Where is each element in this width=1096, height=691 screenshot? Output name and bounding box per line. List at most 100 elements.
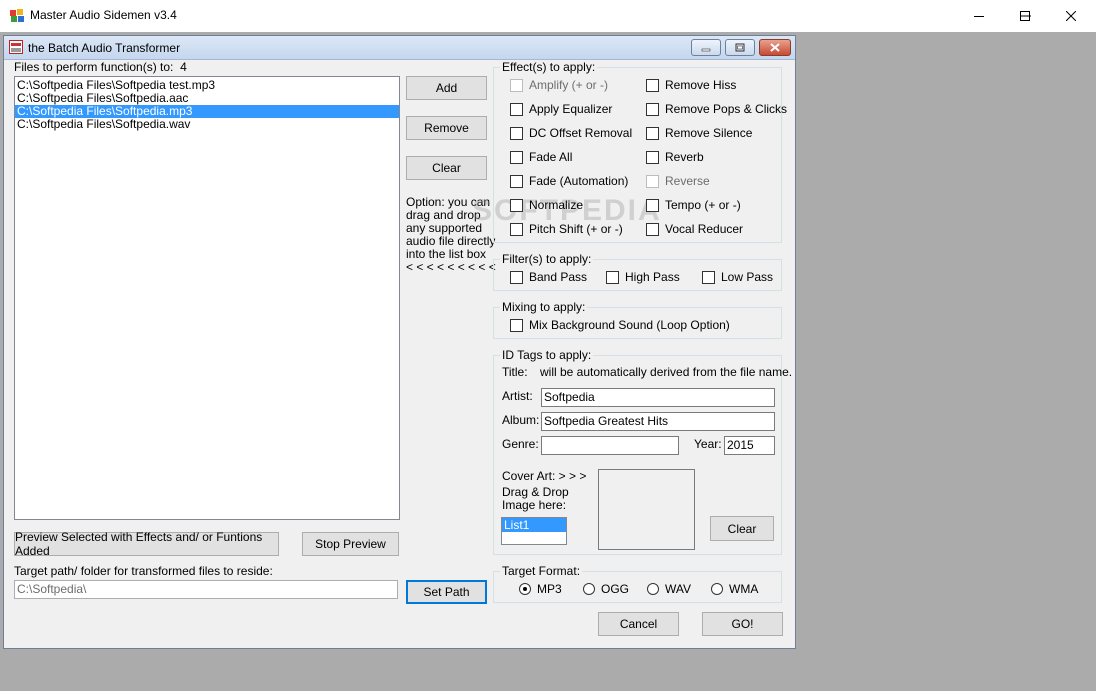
checkbox-box [510,102,523,116]
clear-list-button[interactable]: Clear [406,156,487,180]
effects-group: Effect(s) to apply: Amplify (+ or -) App… [493,60,787,243]
format-wma-radio[interactable]: WMA [711,582,758,596]
album-field[interactable]: Softpedia Greatest Hits [541,412,775,431]
year-field[interactable]: 2015 [724,436,775,455]
checkbox-label: Pitch Shift (+ or -) [529,222,623,236]
app-icon [10,9,24,22]
effect-remove-hiss-checkbox[interactable]: Remove Hiss [646,78,736,92]
add-button[interactable]: Add [406,76,487,100]
checkbox-label: Reverse [665,174,710,188]
radio-label: WMA [729,582,759,596]
mix-background-checkbox[interactable]: Mix Background Sound (Loop Option) [510,318,730,332]
window-maximize-button[interactable] [1002,0,1048,31]
mixing-group: Mixing to apply: Mix Background Sound (L… [493,300,782,339]
effect-vocal-reducer-checkbox[interactable]: Vocal Reducer [646,222,743,236]
id-tags-group-title: ID Tags to apply: [500,348,594,362]
radio-label: WAV [665,582,691,596]
checkbox-box [510,150,523,164]
maximize-icon [1020,10,1030,21]
checkbox-box [510,126,523,140]
checkbox-label: Remove Silence [665,126,753,140]
checkbox-label: Amplify (+ or -) [529,78,609,92]
checkbox-box [646,78,659,92]
effect-reverb-checkbox[interactable]: Reverb [646,150,704,164]
title-note: will be automatically derived from the f… [540,365,793,379]
minimize-icon [974,15,984,17]
effect-pitch-shift-checkbox[interactable]: Pitch Shift (+ or -) [510,222,623,236]
window-close-button[interactable] [1048,0,1094,31]
effect-equalizer-checkbox[interactable]: Apply Equalizer [510,102,612,116]
format-wav-radio[interactable]: WAV [647,582,691,596]
target-path-field[interactable]: C:\Softpedia\ [14,580,398,599]
effect-fade-automation-checkbox[interactable]: Fade (Automation) [510,174,628,188]
effect-tempo-checkbox[interactable]: Tempo (+ or -) [646,198,741,212]
cancel-button[interactable]: Cancel [598,612,679,636]
checkbox-box [702,270,715,284]
set-path-button[interactable]: Set Path [406,580,487,604]
checkbox-box [606,270,619,284]
checkbox-label: DC Offset Removal [529,126,633,140]
checkbox-label: Mix Background Sound (Loop Option) [529,318,730,332]
year-label: Year: [694,437,722,451]
close-icon [1066,10,1076,21]
cover-art-list[interactable]: List1 [501,517,567,545]
format-ogg-radio[interactable]: OGG [583,582,629,596]
format-mp3-radio[interactable]: MP3 [519,582,562,596]
artist-field[interactable]: Softpedia [541,388,775,407]
drag-drop-label: Drag & Drop [502,485,569,499]
checkbox-box [510,78,523,92]
genre-label: Genre: [502,437,539,451]
filter-high-pass-checkbox[interactable]: High Pass [606,270,680,284]
checkbox-label: Fade (Automation) [529,174,629,188]
title-label: Title: [502,365,528,379]
cover-art-drop-area[interactable] [598,469,695,550]
checkbox-label: High Pass [625,270,680,284]
checkbox-label: Remove Hiss [665,78,737,92]
effect-dc-offset-checkbox[interactable]: DC Offset Removal [510,126,632,140]
checkbox-box [646,126,659,140]
files-count: 4 [180,60,187,74]
checkbox-box [510,222,523,236]
checkbox-box [646,102,659,116]
radio-label: MP3 [537,582,562,596]
checkbox-box [510,174,523,188]
effect-reverse-checkbox[interactable]: Reverse [646,174,710,188]
list-item[interactable]: C:\Softpedia Files\Softpedia.wav [15,118,399,131]
filter-low-pass-checkbox[interactable]: Low Pass [702,270,773,284]
inner-restore-button[interactable] [725,39,755,56]
genre-field[interactable] [541,436,679,455]
window-minimize-button[interactable] [956,0,1002,31]
cover-clear-button[interactable]: Clear [710,516,774,541]
go-button[interactable]: GO! [702,612,783,636]
app-title: Master Audio Sidemen v3.4 [30,8,177,22]
effect-remove-silence-checkbox[interactable]: Remove Silence [646,126,752,140]
stop-preview-button[interactable]: Stop Preview [302,532,399,556]
files-listbox[interactable]: C:\Softpedia Files\Softpedia test.mp3 C:… [14,76,400,520]
minimize-icon [701,48,711,51]
checkbox-box [646,174,659,188]
radio-circle [519,583,531,595]
preview-selected-button[interactable]: Preview Selected with Effects and/ or Fu… [14,530,279,558]
radio-circle [647,583,659,595]
effect-remove-pops-checkbox[interactable]: Remove Pops & Clicks [646,102,787,116]
effect-fade-all-checkbox[interactable]: Fade All [510,150,572,164]
effect-amplify-checkbox[interactable]: Amplify (+ or -) [510,78,608,92]
checkbox-box [510,270,523,284]
inner-close-button[interactable] [759,39,791,56]
filter-band-pass-checkbox[interactable]: Band Pass [510,270,587,284]
target-path-label: Target path/ folder for transformed file… [14,564,273,578]
inner-title-bar: the Batch Audio Transformer [4,36,795,60]
remove-button[interactable]: Remove [406,116,487,140]
artist-label: Artist: [502,389,533,403]
app-title-bar: Master Audio Sidemen v3.4 [0,0,1096,32]
inner-minimize-button[interactable] [691,39,721,56]
checkbox-label: Band Pass [529,270,588,284]
list-item-selected[interactable]: List1 [502,518,566,532]
checkbox-label: Tempo (+ or -) [665,198,741,212]
transformer-app-icon [9,40,23,54]
effect-normalize-checkbox[interactable]: Normalize [510,198,583,212]
checkbox-label: Reverb [665,150,704,164]
checkbox-label: Remove Pops & Clicks [665,102,788,116]
checkbox-label: Vocal Reducer [665,222,744,236]
inner-window-title: the Batch Audio Transformer [28,41,181,55]
